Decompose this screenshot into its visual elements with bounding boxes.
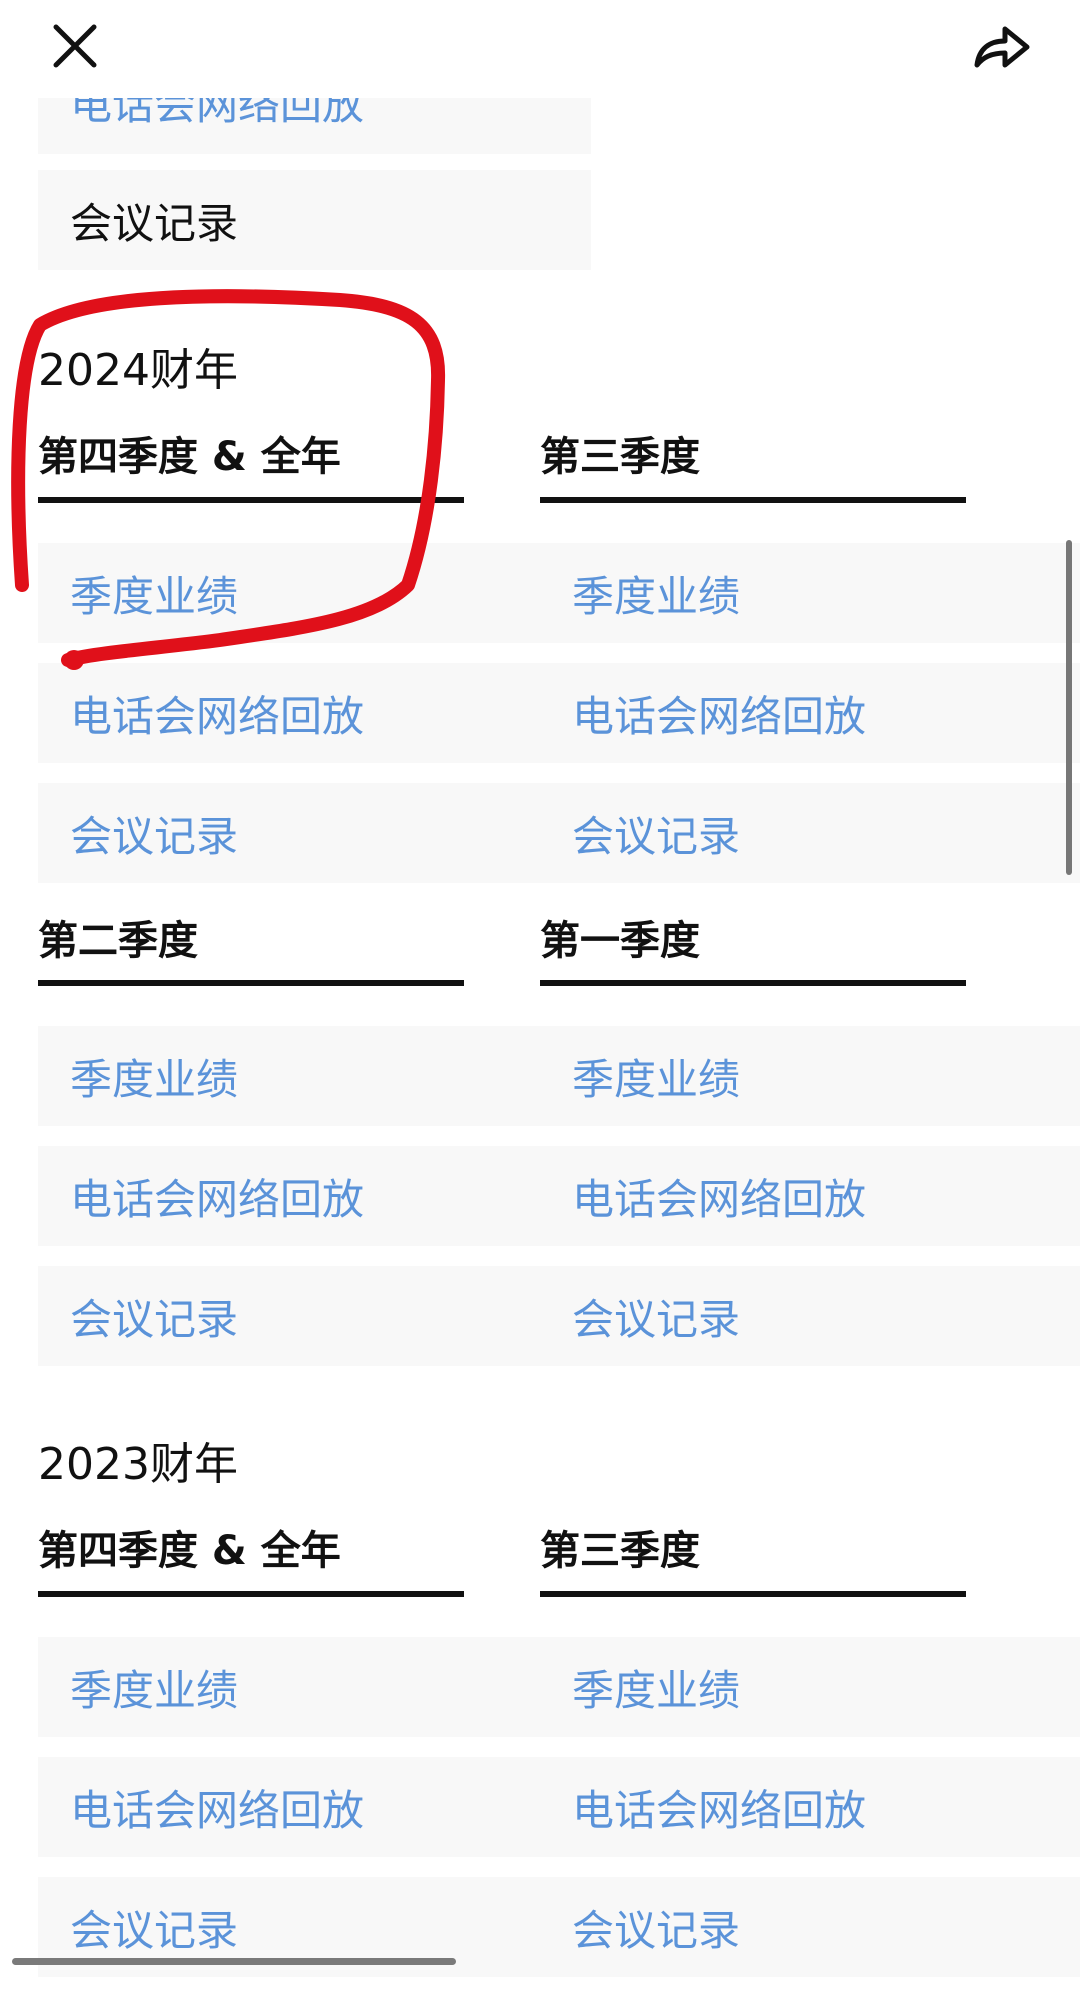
fy2023-q4-results-label: 季度业绩	[70, 1665, 239, 1715]
fy2024-q1-underline	[540, 980, 966, 986]
fy2024-q2-heading: 第二季度	[38, 918, 198, 964]
fy2024-q2-transcript-link[interactable]: 会议记录	[38, 1266, 591, 1366]
close-icon[interactable]	[35, 6, 115, 86]
fy2024-q1-results-link[interactable]: 季度业绩	[540, 1026, 1080, 1126]
partial-replay-link[interactable]: 电话会网络回放	[38, 98, 591, 154]
vertical-scrollbar[interactable]	[1066, 540, 1072, 875]
fy2023-q4-replay-link[interactable]: 电话会网络回放	[38, 1757, 591, 1857]
fy2024-q1-transcript-label: 会议记录	[572, 1294, 741, 1344]
fy2024-q4-replay-link[interactable]: 电话会网络回放	[38, 663, 591, 763]
fy2024-q4-transcript-link[interactable]: 会议记录	[38, 783, 591, 883]
fy2024-q1-heading: 第一季度	[540, 918, 700, 964]
fy2023-q3-transcript-link[interactable]: 会议记录	[540, 1877, 1080, 1977]
year-2023-label: 2023财年	[38, 1439, 238, 1490]
fy2024-q4-results-label: 季度业绩	[70, 571, 239, 621]
fy2024-q4-replay-label: 电话会网络回放	[70, 691, 365, 741]
fy2024-q4-transcript-label: 会议记录	[70, 811, 239, 861]
fy2024-q2-replay-label: 电话会网络回放	[70, 1174, 365, 1224]
horizontal-scrollbar[interactable]	[12, 1958, 456, 1965]
partial-transcript-item[interactable]: 会议记录	[38, 170, 591, 270]
partial-replay-label: 电话会网络回放	[70, 98, 365, 129]
fy2024-q3-replay-link[interactable]: 电话会网络回放	[540, 663, 1080, 763]
share-icon[interactable]	[962, 6, 1042, 86]
partial-transcript-label: 会议记录	[70, 198, 239, 248]
fy2024-q2-replay-link[interactable]: 电话会网络回放	[38, 1146, 591, 1246]
fy2024-q3-transcript-label: 会议记录	[572, 811, 741, 861]
fy2023-q4-transcript-label: 会议记录	[70, 1905, 239, 1955]
fy2024-q1-transcript-link[interactable]: 会议记录	[540, 1266, 1080, 1366]
fy2024-q2-transcript-label: 会议记录	[70, 1294, 239, 1344]
fy2024-q3-heading: 第三季度	[540, 434, 700, 480]
fy2024-q4-underline	[38, 497, 464, 503]
investor-relations-list: 电话会网络回放 会议记录 2024财年 第四季度 & 全年 第三季度 季度业绩 …	[0, 98, 1080, 1999]
fy2024-q2-results-link[interactable]: 季度业绩	[38, 1026, 591, 1126]
fy2023-q3-replay-link[interactable]: 电话会网络回放	[540, 1757, 1080, 1857]
fy2024-q1-results-label: 季度业绩	[572, 1054, 741, 1104]
fy2023-q4-underline	[38, 1591, 464, 1597]
fy2023-q3-replay-label: 电话会网络回放	[572, 1785, 867, 1835]
fy2024-q4-results-link[interactable]: 季度业绩	[38, 543, 591, 643]
fy2024-q3-results-link[interactable]: 季度业绩	[540, 543, 1080, 643]
fy2024-q4-heading: 第四季度 & 全年	[38, 434, 341, 480]
fy2023-q3-results-link[interactable]: 季度业绩	[540, 1637, 1080, 1737]
fy2023-q4-heading: 第四季度 & 全年	[38, 1528, 341, 1574]
fy2024-q3-underline	[540, 497, 966, 503]
fy2024-q2-underline	[38, 980, 464, 986]
fy2023-q3-transcript-label: 会议记录	[572, 1905, 741, 1955]
fy2024-q3-transcript-link[interactable]: 会议记录	[540, 783, 1080, 883]
fy2024-q2-results-label: 季度业绩	[70, 1054, 239, 1104]
fy2023-q4-replay-label: 电话会网络回放	[70, 1785, 365, 1835]
fy2024-q1-replay-link[interactable]: 电话会网络回放	[540, 1146, 1080, 1246]
fy2024-q3-results-label: 季度业绩	[572, 571, 741, 621]
year-2024-label: 2024财年	[38, 345, 238, 396]
fy2024-q3-replay-label: 电话会网络回放	[572, 691, 867, 741]
fy2024-q1-replay-label: 电话会网络回放	[572, 1174, 867, 1224]
fy2023-q3-underline	[540, 1591, 966, 1597]
fy2023-q3-results-label: 季度业绩	[572, 1665, 741, 1715]
fy2023-q4-results-link[interactable]: 季度业绩	[38, 1637, 591, 1737]
fy2023-q3-heading: 第三季度	[540, 1528, 700, 1574]
